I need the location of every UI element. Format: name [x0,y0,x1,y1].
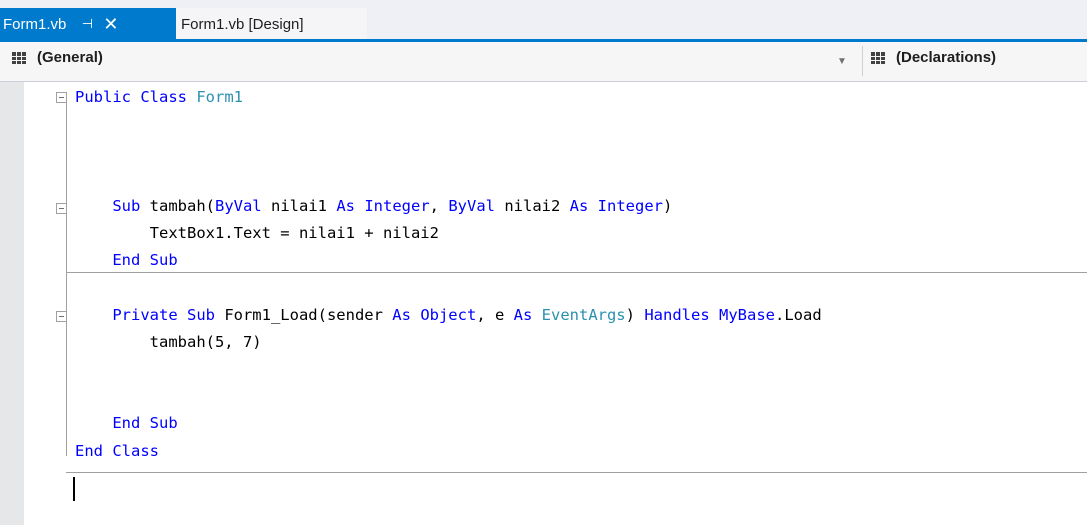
keyword-token: Public Class [75,88,197,106]
method-separator [66,272,1087,273]
outline-guide [66,100,67,456]
tab-form1-design[interactable]: Form1.vb [Design] [176,8,367,40]
tab-form1-vb[interactable]: Form1.vb ⊣ ✕ [0,8,176,40]
keyword-token: As [336,196,355,215]
code-token: nilai1 [261,196,337,215]
declarations-dropdown[interactable]: (Declarations) [871,49,996,66]
code-line[interactable]: Private Sub Form1_Load(sender As Object,… [75,302,822,329]
code-line[interactable]: Sub tambah(ByVal nilai1 As Integer, ByVa… [75,193,672,220]
collapse-toggle-icon[interactable] [56,92,67,103]
code-line[interactable]: Public Class Form1 [75,84,243,111]
outline-guide [66,212,67,266]
code-line[interactable]: tambah(5, 7) [75,329,262,356]
code-line[interactable]: TextBox1.Text = nilai1 + nilai2 [75,220,439,247]
keyword-token: End Sub [75,251,178,270]
tab-label: Form1.vb [Design] [181,15,304,33]
code-token: tambah(5, 7) [75,332,262,351]
keyword-token: End Sub [75,414,178,433]
type-token: Form1 [196,88,243,106]
keyword-token: As [569,196,589,215]
code-token: tambah( [149,196,215,215]
code-token: ) [625,305,645,324]
code-token: TextBox1.Text = nilai1 + nilai2 [75,224,439,242]
keyword-token: MyBase [719,305,775,324]
code-line[interactable]: End Sub [75,247,178,274]
keyword-token: As [513,305,533,324]
keyword-token: As [392,305,411,324]
keyword-token: Sub [75,196,150,215]
type-token: EventArgs [541,305,626,324]
collapse-toggle-icon[interactable] [56,311,67,322]
general-dropdown[interactable]: (General) [12,49,103,66]
declarations-dropdown-label: (Declarations) [896,49,997,66]
code-token: nilai2 [495,196,570,215]
navigation-bar: (General) ▼ (Declarations) [0,42,1087,82]
class-members-icon [12,51,26,64]
keyword-token: Private Sub [75,305,225,324]
general-dropdown-label: (General) [37,49,103,66]
indicator-margin [0,82,24,525]
keyword-token: Integer [597,196,663,215]
keyword-token: Integer [364,196,430,215]
class-members-icon [871,51,885,64]
keyword-token: Handles [644,305,710,324]
code-token: ) [663,196,673,215]
keyword-token: ByVal [448,196,495,215]
collapse-toggle-icon[interactable] [56,203,67,214]
code-line[interactable]: End Class [75,438,159,465]
tab-label: Form1.vb [3,15,67,33]
pin-icon[interactable]: ⊣ [80,16,94,32]
keyword-token: ByVal [214,196,262,215]
code-token: , [429,196,449,215]
dropdown-divider [862,46,863,76]
document-tab-strip: Form1.vb ⊣ ✕ Form1.vb [Design] [0,0,1087,42]
code-token: , e [476,305,514,324]
chevron-down-icon[interactable]: ▼ [837,56,847,67]
code-token: .Load [775,305,822,324]
method-separator [66,472,1087,473]
code-line[interactable]: End Sub [75,410,178,437]
code-token: Form1_Load(sender [224,305,393,324]
text-caret [73,477,75,501]
close-icon[interactable]: ✕ [103,15,118,33]
keyword-token: Object [420,305,477,324]
keyword-token: End Class [75,441,159,460]
code-editor[interactable]: Public Class Form1 Sub tambah(ByVal nila… [0,82,1087,525]
